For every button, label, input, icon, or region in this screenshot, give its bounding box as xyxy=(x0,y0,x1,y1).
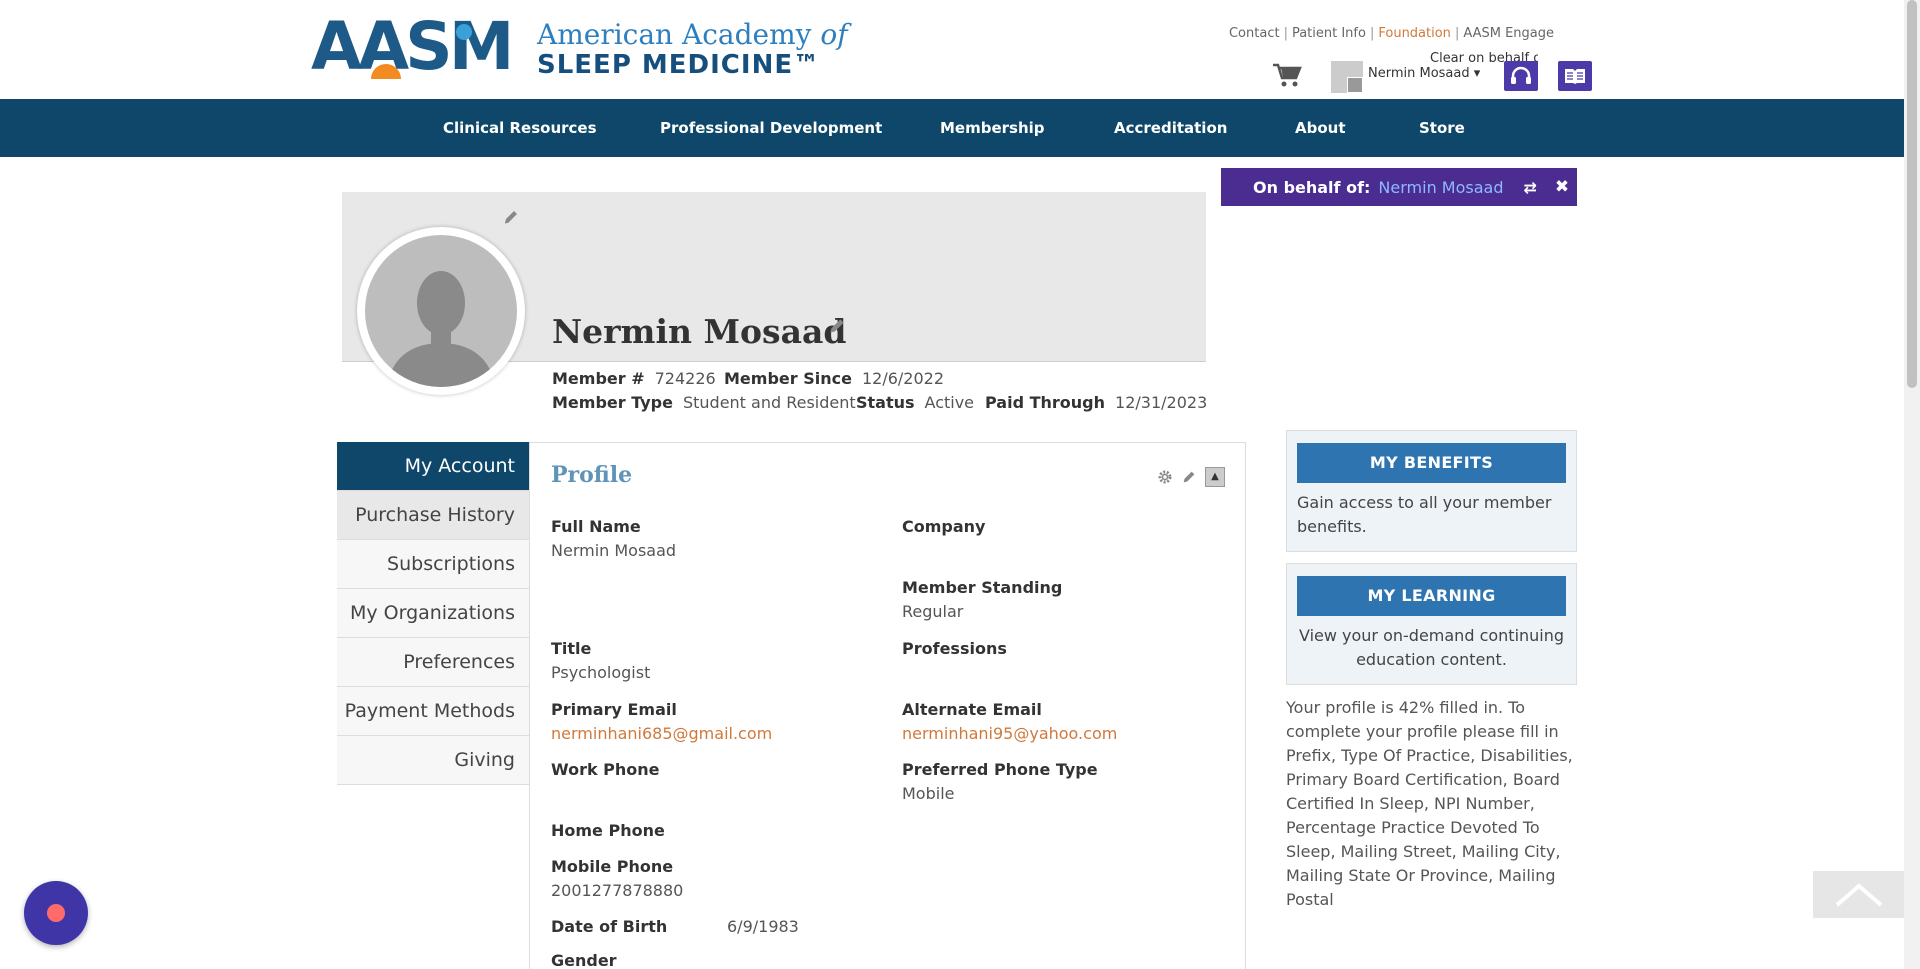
nav-membership[interactable]: Membership xyxy=(940,99,1045,157)
aasm-logo[interactable]: AASM American Academy of SLEEP MEDICINE™ xyxy=(311,8,848,85)
pencil-icon[interactable] xyxy=(502,208,520,230)
field-professions: Professions xyxy=(902,639,1007,658)
logo-line-2: SLEEP MEDICINE™ xyxy=(537,50,821,80)
tab-purchase-history[interactable]: Purchase History xyxy=(337,491,529,540)
site-header: AASM American Academy of SLEEP MEDICINE™… xyxy=(0,0,1904,99)
tab-subscriptions[interactable]: Subscriptions xyxy=(337,540,529,589)
field-preferred-phone-type: Preferred Phone Type Mobile xyxy=(902,760,1098,803)
scrollbar-thumb[interactable] xyxy=(1907,0,1917,388)
support-headset-button[interactable] xyxy=(1504,61,1538,91)
catalog-button[interactable] xyxy=(1558,61,1592,91)
utility-links: Contact | Patient Info | Foundation | AASM Eng… xyxy=(1229,26,1554,41)
swap-icon[interactable]: ⇄ xyxy=(1523,178,1536,197)
tab-payment-methods[interactable]: Payment Methods xyxy=(337,687,529,736)
member-number: Member #724226 xyxy=(552,369,716,388)
profile-panel-tools: ▲ xyxy=(1157,467,1225,487)
collapse-button[interactable]: ▲ xyxy=(1205,467,1225,487)
page-scrollbar[interactable] xyxy=(1904,0,1920,969)
field-title: Title Psychologist xyxy=(551,639,651,682)
separator: | xyxy=(1454,26,1460,41)
chevron-up-icon xyxy=(1835,882,1883,907)
profile-avatar[interactable] xyxy=(357,227,525,395)
on-behalf-name-link[interactable]: Nermin Mosaad xyxy=(1378,178,1503,197)
nav-about[interactable]: About xyxy=(1295,99,1346,157)
user-menu[interactable]: Nermin Mosaad ▾ xyxy=(1368,66,1480,81)
separator: | xyxy=(1369,26,1375,41)
field-work-phone: Work Phone xyxy=(551,760,660,779)
logo-line-1: American Academy of xyxy=(537,18,848,51)
on-behalf-label: On behalf of: xyxy=(1253,177,1371,197)
foundation-link[interactable]: Foundation xyxy=(1378,26,1451,41)
cart-icon[interactable] xyxy=(1272,62,1302,88)
field-home-phone: Home Phone xyxy=(551,821,665,840)
pencil-icon[interactable] xyxy=(1181,469,1197,485)
tab-preferences[interactable]: Preferences xyxy=(337,638,529,687)
scroll-to-top-button[interactable] xyxy=(1813,871,1905,918)
gear-icon[interactable] xyxy=(1157,469,1173,485)
field-company: Company xyxy=(902,517,986,536)
field-gender: Gender xyxy=(551,951,617,969)
my-benefits-button[interactable]: MY BENEFITS xyxy=(1297,443,1566,483)
field-mobile-phone: Mobile Phone 2001277878880 xyxy=(551,857,684,900)
profile-section-title: Profile xyxy=(551,462,633,488)
field-alternate-email: Alternate Email nerminhani95@yahoo.com xyxy=(902,698,1117,746)
learning-text: View your on-demand continuing education… xyxy=(1298,626,1565,669)
user-avatar[interactable] xyxy=(1331,61,1363,93)
benefits-text: Gain access to all your member benefits. xyxy=(1297,493,1552,536)
aasm-engage-link[interactable]: AASM Engage xyxy=(1463,26,1554,41)
member-type: Member Type Student and Resident xyxy=(552,393,856,412)
user-menu-name: Nermin Mosaad xyxy=(1368,66,1470,81)
person-silhouette-icon xyxy=(387,271,495,387)
alternate-email-link[interactable]: nerminhani95@yahoo.com xyxy=(902,722,1117,746)
field-full-name: Full Name Nermin Mosaad xyxy=(551,517,677,560)
headset-icon xyxy=(1511,66,1531,84)
chat-icon xyxy=(47,904,65,922)
nav-accreditation[interactable]: Accreditation xyxy=(1114,99,1227,157)
member-status: Status Active xyxy=(856,393,975,412)
nav-clinical-resources[interactable]: Clinical Resources xyxy=(443,99,597,157)
close-icon[interactable]: ✖ xyxy=(1555,177,1569,197)
field-primary-email: Primary Email nerminhani685@gmail.com xyxy=(551,698,772,746)
tab-giving[interactable]: Giving xyxy=(337,736,529,785)
on-behalf-bar: On behalf of: Nermin Mosaad ⇄ ✖ xyxy=(1221,168,1577,206)
tab-my-account[interactable]: My Account xyxy=(337,442,529,491)
main-nav: Clinical Resources Professional Developm… xyxy=(0,99,1904,157)
benefits-card: MY BENEFITS Gain access to all your memb… xyxy=(1286,430,1577,552)
contact-link[interactable]: Contact xyxy=(1229,26,1280,41)
separator: | xyxy=(1283,26,1288,41)
logo-mark: AASM xyxy=(311,8,514,85)
learning-card: MY LEARNING View your on-demand continui… xyxy=(1286,563,1577,685)
tab-my-organizations[interactable]: My Organizations xyxy=(337,589,529,638)
profile-completion-note: Your profile is 42% filled in. To comple… xyxy=(1286,698,1573,909)
my-learning-button[interactable]: MY LEARNING xyxy=(1297,576,1566,616)
pencil-icon[interactable] xyxy=(827,316,847,340)
book-icon xyxy=(1565,69,1585,84)
account-tabs: My Account Purchase History Subscription… xyxy=(337,442,529,785)
logo-dot-shape xyxy=(456,24,472,40)
paid-through: Paid Through 12/31/2023 xyxy=(985,393,1208,412)
member-name-title: Nermin Mosaad xyxy=(552,312,847,351)
nav-store[interactable]: Store xyxy=(1419,99,1465,157)
field-member-standing: Member Standing Regular xyxy=(902,578,1063,621)
chevron-down-icon: ▾ xyxy=(1473,66,1481,81)
chat-widget-button[interactable] xyxy=(24,881,88,945)
field-date-of-birth: Date of Birth 6/9/1983 xyxy=(551,917,799,936)
member-since: Member Since 12/6/2022 xyxy=(724,369,944,388)
patient-info-link[interactable]: Patient Info xyxy=(1292,26,1366,41)
primary-email-link[interactable]: nerminhani685@gmail.com xyxy=(551,722,772,746)
nav-professional-development[interactable]: Professional Development xyxy=(660,99,882,157)
